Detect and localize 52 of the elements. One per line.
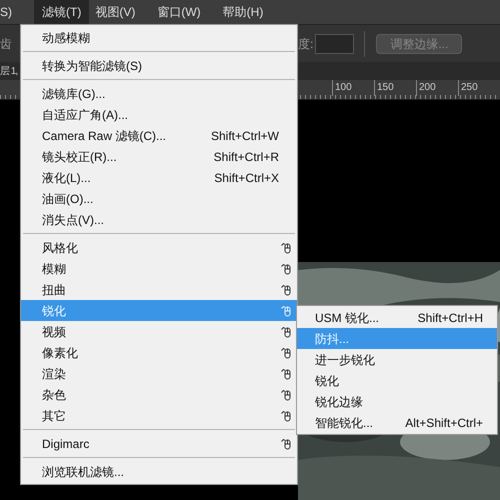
shortcut-label: Shift+Ctrl+R [214,148,279,166]
menu-item[interactable]: 模糊 [21,258,297,279]
mouse-icon [281,283,291,296]
menu-item[interactable]: 渲染 [21,363,297,384]
ruler-label: 150 [374,80,416,96]
ruler-label: 100 [332,80,374,96]
menubar-item[interactable]: 窗口(W) [157,0,201,24]
menu-item[interactable]: 像素化 [21,342,297,363]
mouse-icon [281,409,291,422]
shortcut-label: Shift+Ctrl+W [210,128,279,144]
menu-item[interactable]: 液化(L)... Shift+Ctrl+X [21,167,297,188]
menu-item[interactable]: 转换为智能滤镜(S) [21,55,297,76]
option-label: 度: [298,36,314,52]
menu-item[interactable]: 其它 [21,405,297,426]
menu-item[interactable]: 智能锐化... Alt+Shift+Ctrl+ [297,412,497,433]
menu-item[interactable]: 锐化 [297,370,497,391]
ruler-label: 250 [458,80,500,96]
menubar-item[interactable]: 帮助(H) [222,0,264,24]
menu-item[interactable]: USM 锐化... Shift+Ctrl+H [297,307,497,328]
document-tab-label[interactable]: 层 1, [0,64,18,78]
menu-item[interactable]: 消失点(V)... [21,209,297,230]
menu-item[interactable]: 油画(O)... [21,188,297,209]
menu-item[interactable]: 镜头校正(R)... Shift+Ctrl+R [21,146,297,167]
menu-item[interactable]: 浏览联机滤镜... [21,461,297,482]
menu-item[interactable]: Digimarc [21,433,297,454]
menu-item[interactable]: Camera Raw 滤镜(C)... Shift+Ctrl+W [21,125,297,146]
menu-item[interactable]: 视频 [21,321,297,342]
menubar-item[interactable]: S) [0,0,12,24]
mouse-icon [281,262,291,275]
menu-item[interactable]: 扭曲 [21,279,297,300]
menu-item[interactable]: 风格化 [21,237,297,258]
shortcut-label: Shift+Ctrl+H [418,310,483,326]
input-field[interactable] [315,34,354,54]
mouse-icon [281,304,291,317]
menu-item[interactable]: 进一步锐化 [297,349,497,370]
option-label: 齿 [0,36,12,52]
shortcut-label: Shift+Ctrl+X [214,170,279,186]
mouse-icon [281,325,291,338]
menu-item[interactable]: 杂色 [21,384,297,405]
mouse-icon [281,346,291,359]
mouse-icon [281,388,291,401]
menubar-item[interactable]: 滤镜(T) [34,0,90,24]
mouse-icon [281,367,291,380]
mouse-icon [281,241,291,254]
menu-item[interactable]: 动感模糊 [21,27,297,48]
menu-item[interactable]: 自适应广角(A)... [21,104,297,125]
ruler-label: 200 [416,80,458,96]
mouse-icon [281,437,291,450]
menu-item[interactable]: 滤镜库(G)... [21,83,297,104]
menu-item[interactable]: 锐化边缘 [297,391,497,412]
menubar-item[interactable]: 视图(V) [95,0,136,24]
shortcut-label: Alt+Shift+Ctrl+ [405,414,483,432]
